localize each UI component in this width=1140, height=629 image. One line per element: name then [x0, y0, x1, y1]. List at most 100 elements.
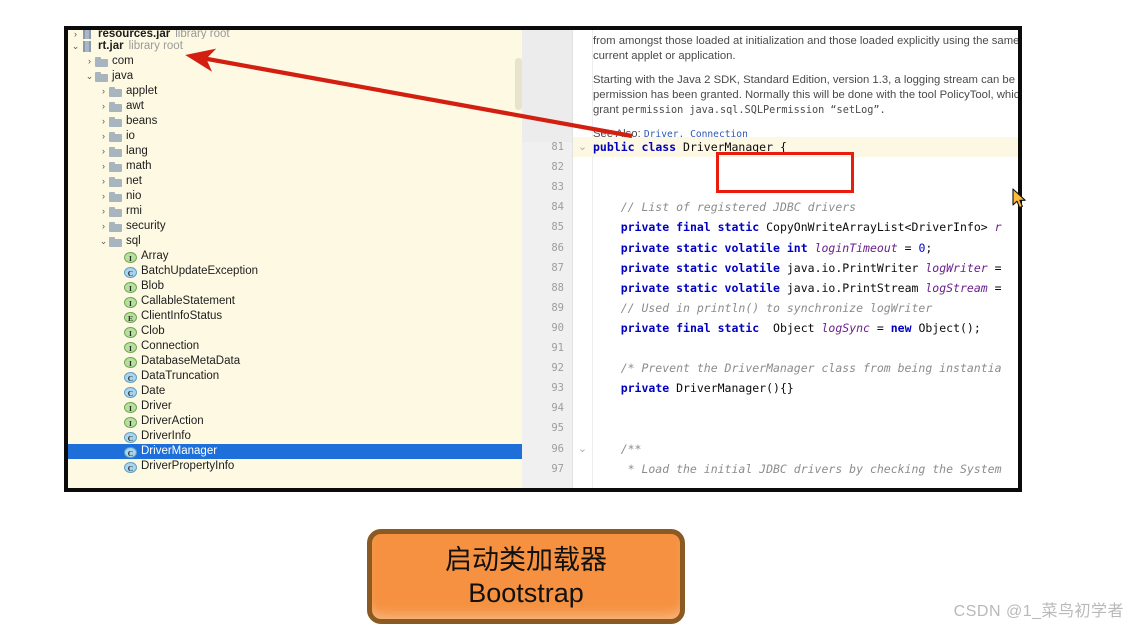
tree-item-com[interactable]: › com — [68, 54, 522, 69]
tree-item-array[interactable]: I Array — [68, 249, 522, 264]
chevron-right-icon[interactable]: › — [98, 84, 109, 99]
tree-item-date[interactable]: C Date — [68, 384, 522, 399]
code-line[interactable]: private static volatile java.io.PrintStr… — [593, 278, 1018, 298]
tree-item-applet[interactable]: › applet — [68, 84, 522, 99]
tree-item-clientinfostatus[interactable]: E ClientInfoStatus — [68, 309, 522, 324]
tree-item-sql[interactable]: ⌄ sql — [68, 234, 522, 249]
tree-item-lang[interactable]: › lang — [68, 144, 522, 159]
tree-item-rt-jar[interactable]: ⌄ rt.jar library root — [68, 39, 522, 54]
tree-item-driverpropertyinfo[interactable]: C DriverPropertyInfo — [68, 459, 522, 474]
folder-icon — [95, 55, 108, 68]
folder-icon — [109, 235, 122, 248]
line-number: 93 — [551, 382, 564, 395]
line-number: 91 — [551, 342, 564, 354]
tree-item-driveraction[interactable]: I DriverAction — [68, 414, 522, 429]
code-line[interactable]: // List of registered JDBC drivers — [593, 197, 1018, 217]
code-token: CopyOnWriteArrayList<DriverInfo> — [766, 220, 995, 235]
chevron-right-icon[interactable]: › — [98, 114, 109, 129]
interface-icon: I — [124, 341, 137, 353]
chevron-right-icon[interactable]: › — [84, 54, 95, 69]
code-fold-toggle[interactable]: ⌄ — [576, 137, 589, 157]
ide-screenshot-frame: › resources.jar library root ⌄ rt.jar library… — [64, 26, 1022, 492]
tree-item-math[interactable]: › math — [68, 159, 522, 174]
tree-item-resources-jar[interactable]: › resources.jar library root — [68, 30, 522, 39]
chevron-down-icon[interactable]: ⌄ — [70, 39, 81, 54]
tree-item-rmi[interactable]: › rmi — [68, 204, 522, 219]
javadoc-popup: from amongst those loaded at initializat… — [593, 30, 1018, 142]
chevron-right-icon[interactable]: › — [98, 129, 109, 144]
tree-item-drivermanager[interactable]: C DriverManager — [68, 444, 522, 459]
chevron-right-icon[interactable]: › — [98, 159, 109, 174]
folder-icon — [109, 85, 122, 98]
code-token: class — [641, 140, 684, 154]
javadoc-p2-line1: Starting with the Java 2 SDK, Standard E… — [593, 74, 1018, 86]
code-line[interactable] — [593, 398, 1018, 418]
code-line[interactable]: private DriverManager(){} — [593, 378, 1018, 398]
tree-item-label: DatabaseMetaData — [141, 355, 241, 367]
tree-item-awt[interactable]: › awt — [68, 99, 522, 114]
javadoc-paragraph-1: from amongst those loaded at initializat… — [593, 34, 1018, 64]
class-icon: C — [124, 371, 137, 383]
code-line[interactable]: /* Prevent the DriverManager class from … — [593, 358, 1018, 378]
tree-item-label: java — [112, 70, 134, 82]
code-line[interactable]: /** — [593, 439, 1018, 459]
tree-item-connection[interactable]: I Connection — [68, 339, 522, 354]
callout-line-english: Bootstrap — [468, 577, 584, 608]
chevron-right-icon[interactable]: › — [98, 189, 109, 204]
chevron-right-icon[interactable]: › — [98, 204, 109, 219]
code-line[interactable] — [593, 338, 1018, 358]
tree-item-driver[interactable]: I Driver — [68, 399, 522, 414]
tree-item-driverinfo[interactable]: C DriverInfo — [68, 429, 522, 444]
tree-item-callablestatement[interactable]: I CallableStatement — [68, 294, 522, 309]
code-editor-panel[interactable]: from amongst those loaded at initializat… — [522, 30, 1018, 488]
chevron-right-icon[interactable]: › — [98, 99, 109, 114]
tree-item-net[interactable]: › net — [68, 174, 522, 189]
tree-item-label: net — [126, 175, 142, 187]
tree-item-clob[interactable]: I Clob — [68, 324, 522, 339]
code-line[interactable]: // Used in println() to synchronize logW… — [593, 298, 1018, 318]
line-number: 90 — [551, 321, 564, 334]
folder-icon — [95, 70, 108, 83]
tree-item-batchupdateexception[interactable]: C BatchUpdateException — [68, 264, 522, 279]
tree-item-datatruncation[interactable]: C DataTruncation — [68, 369, 522, 384]
tree-item-beans[interactable]: › beans — [68, 114, 522, 129]
tree-item-label: DriverManager — [141, 445, 218, 457]
tree-item-java[interactable]: ⌄ java — [68, 69, 522, 84]
bootstrap-classloader-callout: 启动类加载器 Bootstrap — [367, 529, 685, 624]
code-token: Object — [766, 320, 822, 335]
chevron-right-icon[interactable]: › — [70, 30, 81, 39]
tree-item-blob[interactable]: I Blob — [68, 279, 522, 294]
class-icon: C — [124, 446, 137, 458]
tree-item-nio[interactable]: › nio — [68, 189, 522, 204]
interface-icon: I — [124, 281, 137, 293]
code-line[interactable]: private final static CopyOnWriteArrayLis… — [593, 217, 1018, 237]
callout-line-chinese: 启动类加载器 — [445, 544, 607, 575]
code-fold-gutter[interactable] — [573, 30, 593, 488]
code-fold-toggle[interactable]: ⌄ — [576, 439, 589, 459]
code-token: Object(); — [918, 320, 981, 335]
chevron-down-icon[interactable]: ⌄ — [98, 234, 109, 249]
chevron-right-icon[interactable]: › — [98, 144, 109, 159]
code-token: loginTimeout — [814, 240, 898, 255]
chevron-right-icon[interactable]: › — [98, 174, 109, 189]
javadoc-p1-line1: from amongst those loaded at initializat… — [593, 35, 1018, 47]
code-line[interactable]: private static volatile java.io.PrintWri… — [593, 258, 1018, 278]
tree-scrollbar-thumb[interactable] — [515, 58, 522, 110]
code-line[interactable]: private final static Object logSync = ne… — [593, 318, 1018, 338]
tree-item-security[interactable]: › security — [68, 219, 522, 234]
tree-item-label: lang — [126, 145, 148, 157]
code-line[interactable]: * Load the initial JDBC drivers by check… — [593, 459, 1018, 479]
tree-item-io[interactable]: › io — [68, 129, 522, 144]
project-tree-panel[interactable]: › resources.jar library root ⌄ rt.jar library… — [68, 30, 522, 488]
chevron-down-icon[interactable]: ⌄ — [84, 69, 95, 84]
code-line[interactable]: private static volatile int loginTimeout… — [593, 238, 1018, 258]
code-line[interactable] — [593, 418, 1018, 438]
chevron-right-icon[interactable]: › — [98, 219, 109, 234]
tree-item-databasemetadata[interactable]: I DatabaseMetaData — [68, 354, 522, 369]
line-number: 96 — [551, 442, 564, 455]
class-icon: C — [124, 266, 137, 278]
code-token: logStream — [925, 280, 988, 295]
